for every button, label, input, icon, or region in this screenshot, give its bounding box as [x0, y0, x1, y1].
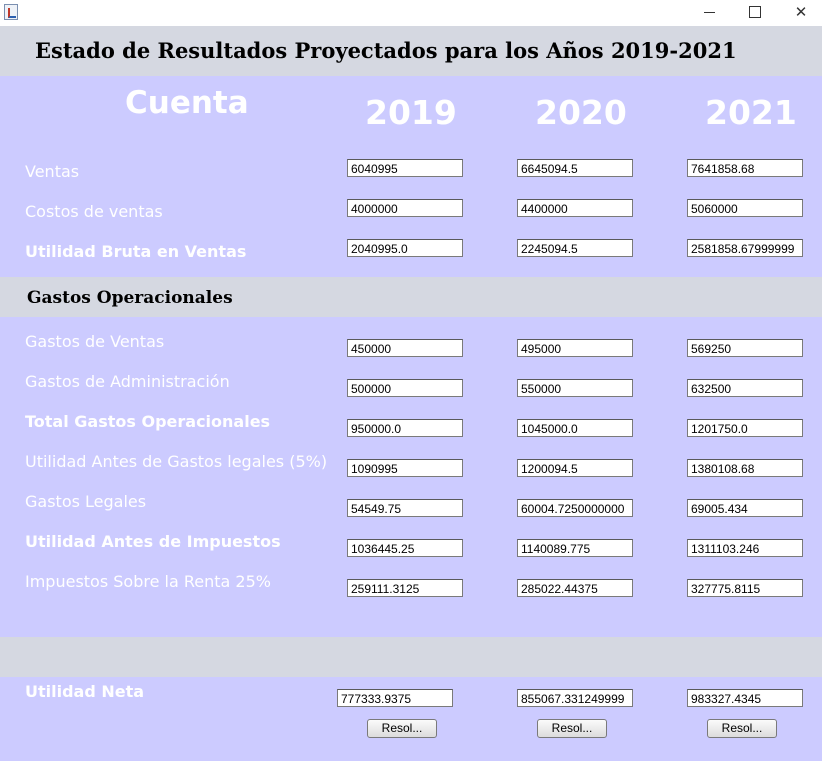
- header-year-2020: 2020: [535, 93, 627, 132]
- field-gastos-legales-2019[interactable]: 54549.75: [347, 499, 463, 517]
- field-utilidad-bruta-2019[interactable]: 2040995.0: [347, 239, 463, 257]
- field-gastos-admin-2021[interactable]: 632500: [687, 379, 803, 397]
- field-ventas-2021[interactable]: 7641858.68: [687, 159, 803, 177]
- field-impuestos-2020[interactable]: 285022.44375: [517, 579, 633, 597]
- field-utilidad-antes-gl-2019[interactable]: 1090995: [347, 459, 463, 477]
- label-utilidad-bruta: Utilidad Bruta en Ventas: [25, 242, 247, 261]
- label-costos-ventas: Costos de ventas: [25, 202, 163, 221]
- field-impuestos-2019[interactable]: 259111.3125: [347, 579, 463, 597]
- field-utilidad-bruta-2020[interactable]: 2245094.5: [517, 239, 633, 257]
- header-year-2021: 2021: [705, 93, 797, 132]
- field-total-gastos-2021[interactable]: 1201750.0: [687, 419, 803, 437]
- resolve-button-2021[interactable]: Resol...: [707, 719, 777, 738]
- field-gastos-legales-2021[interactable]: 69005.434: [687, 499, 803, 517]
- label-utilidad-neta: Utilidad Neta: [25, 682, 145, 701]
- field-total-gastos-2020[interactable]: 1045000.0: [517, 419, 633, 437]
- field-ventas-2020[interactable]: 6645094.5: [517, 159, 633, 177]
- field-utilidad-neta-2020[interactable]: 855067.331249999: [517, 689, 633, 707]
- label-impuestos-renta: Impuestos Sobre la Renta 25%: [25, 572, 271, 591]
- maximize-button[interactable]: [732, 0, 778, 24]
- label-gastos-administracion: Gastos de Administración: [25, 372, 230, 391]
- field-costos-2021[interactable]: 5060000: [687, 199, 803, 217]
- label-utilidad-antes-gastos-legales: Utilidad Antes de Gastos legales (5%): [25, 452, 328, 471]
- resolve-button-2019[interactable]: Resol...: [367, 719, 437, 738]
- label-utilidad-antes-impuestos: Utilidad Antes de Impuestos: [25, 532, 281, 551]
- field-utilidad-antes-gl-2020[interactable]: 1200094.5: [517, 459, 633, 477]
- window-titlebar: ✕: [0, 0, 822, 26]
- minimize-icon: [703, 11, 715, 13]
- field-gastos-admin-2019[interactable]: 500000: [347, 379, 463, 397]
- field-utilidad-antes-imp-2021[interactable]: 1311103.246: [687, 539, 803, 557]
- field-costos-2019[interactable]: 4000000: [347, 199, 463, 217]
- field-gastos-legales-2020[interactable]: 60004.7250000000: [517, 499, 633, 517]
- resolve-button-2020[interactable]: Resol...: [537, 719, 607, 738]
- minimize-button[interactable]: [686, 0, 732, 24]
- field-gastos-admin-2020[interactable]: 550000: [517, 379, 633, 397]
- field-ventas-2019[interactable]: 6040995: [347, 159, 463, 177]
- field-utilidad-antes-gl-2021[interactable]: 1380108.68: [687, 459, 803, 477]
- label-gastos-ventas: Gastos de Ventas: [25, 332, 165, 351]
- label-ventas: Ventas: [25, 162, 80, 181]
- field-gastos-ventas-2020[interactable]: 495000: [517, 339, 633, 357]
- page-title: Estado de Resultados Proyectados para lo…: [35, 38, 737, 63]
- field-utilidad-antes-imp-2019[interactable]: 1036445.25: [347, 539, 463, 557]
- header-year-2019: 2019: [365, 93, 457, 132]
- separator-band: [0, 637, 822, 677]
- field-utilidad-antes-imp-2020[interactable]: 1140089.775: [517, 539, 633, 557]
- java-app-icon: [4, 4, 18, 20]
- field-impuestos-2021[interactable]: 327775.8115: [687, 579, 803, 597]
- field-utilidad-neta-2021[interactable]: 983327.4345: [687, 689, 803, 707]
- field-costos-2020[interactable]: 4400000: [517, 199, 633, 217]
- label-gastos-legales: Gastos Legales: [25, 492, 147, 511]
- field-utilidad-bruta-2021[interactable]: 2581858.67999999: [687, 239, 803, 257]
- section-title-gastos: Gastos Operacionales: [27, 288, 233, 308]
- label-total-gastos: Total Gastos Operacionales: [25, 412, 271, 431]
- field-gastos-ventas-2019[interactable]: 450000: [347, 339, 463, 357]
- field-total-gastos-2019[interactable]: 950000.0: [347, 419, 463, 437]
- close-icon: ✕: [794, 3, 808, 21]
- field-gastos-ventas-2021[interactable]: 569250: [687, 339, 803, 357]
- maximize-icon: [749, 6, 761, 18]
- close-button[interactable]: ✕: [778, 0, 822, 24]
- header-cuenta: Cuenta: [125, 85, 249, 121]
- field-utilidad-neta-2019[interactable]: 777333.9375: [337, 689, 453, 707]
